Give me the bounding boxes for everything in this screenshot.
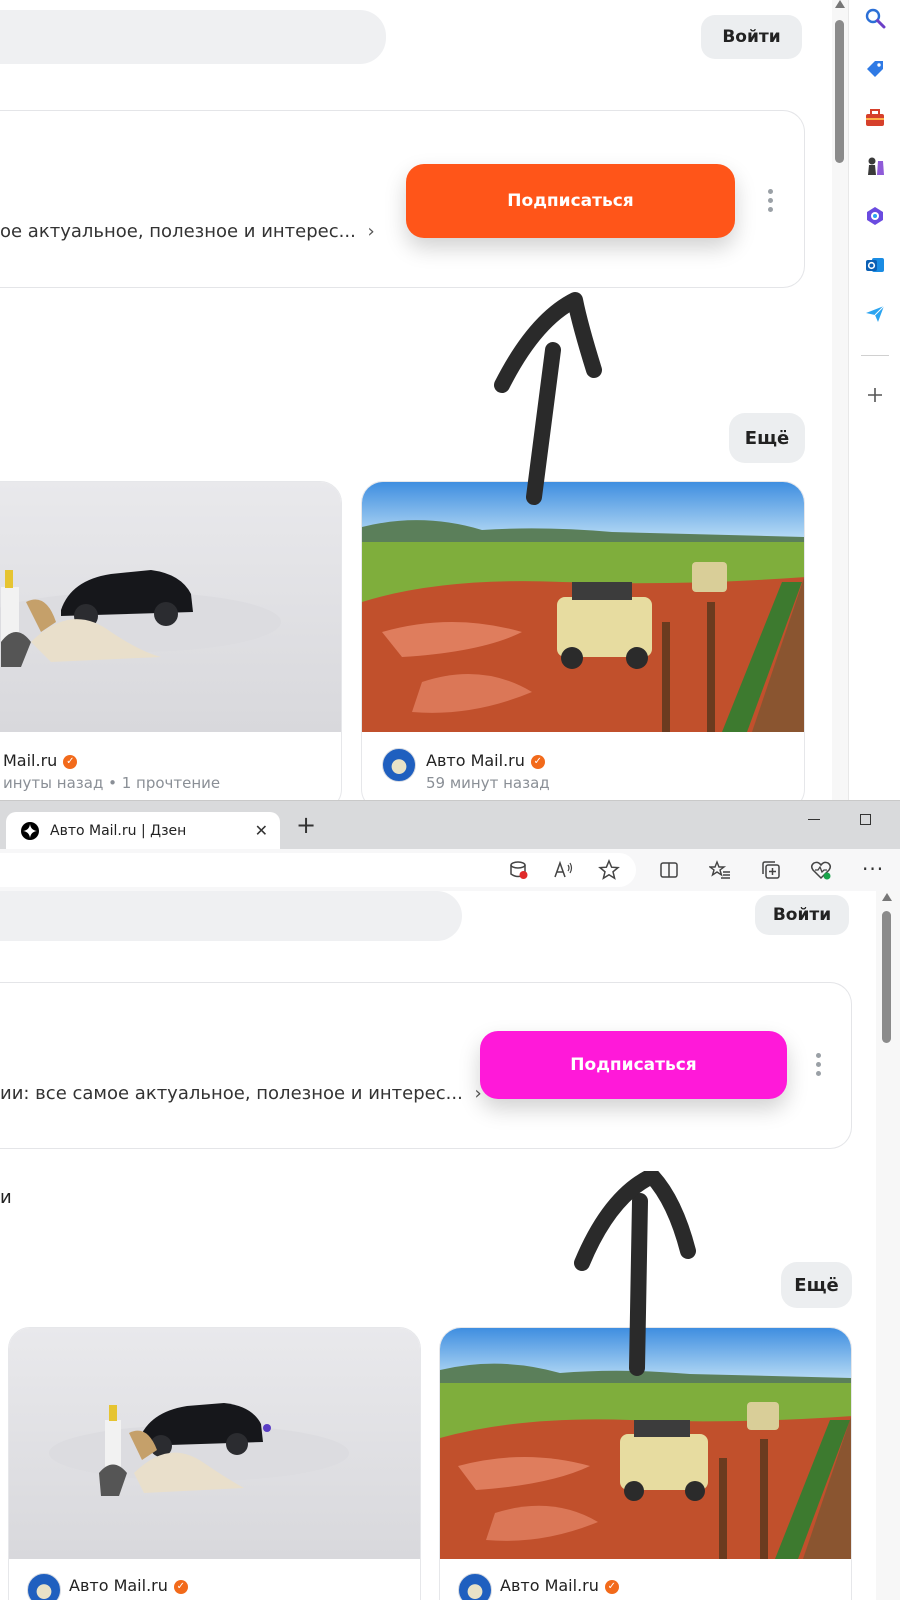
article-card[interactable]: Mail.ru ✓ инуты назад • 1 прочтение [0,481,342,800]
edge-sidebar [848,0,900,800]
search-icon[interactable] [864,7,886,29]
toolbox-icon[interactable] [864,107,886,129]
send-icon[interactable] [864,303,886,325]
channel-card: ии: все самое актуальное, полезное и инт… [0,982,852,1149]
kebab-menu-icon[interactable] [767,189,773,212]
verified-badge-icon: ✓ [173,1579,188,1594]
login-button[interactable]: Войти [755,895,849,935]
scroll-up-arrow-icon[interactable] [835,0,845,8]
more-button[interactable]: Ещё [781,1262,852,1308]
channel-card: ое актуальное, полезное и интерес... › П… [0,110,805,288]
card-author[interactable]: Авто Mail.ru ✓ [426,751,545,770]
article-image [362,482,804,732]
channel-description[interactable]: ии: все самое актуальное, полезное и инт… [0,1083,482,1104]
more-icon[interactable]: ··· [862,857,884,881]
card-meta: 59 минут назад [426,774,550,792]
scrollbar[interactable] [832,0,848,800]
verified-badge-icon: ✓ [63,754,78,769]
scrollbar-thumb[interactable] [835,20,844,163]
search-bar[interactable] [0,891,462,941]
copilot-icon[interactable] [864,205,886,227]
page-content: Войти ии: все самое актуальное, полезное… [0,891,900,1600]
article-image [9,1328,420,1559]
close-tab-icon[interactable]: ✕ [255,821,268,840]
favorite-star-icon[interactable] [598,859,620,881]
split-screen-icon[interactable] [658,859,680,881]
tag-icon[interactable] [864,58,886,80]
address-bar[interactable] [0,853,636,887]
card-author[interactable]: Авто Mail.ru ✓ [69,1576,188,1595]
zen-logo-icon [21,821,39,840]
maximize-icon[interactable] [860,814,871,825]
author-avatar[interactable] [458,1573,492,1600]
tracking-prevention-icon[interactable] [508,859,530,881]
chevron-right-icon: › [367,221,375,242]
card-author[interactable]: Авто Mail.ru ✓ [500,1576,619,1595]
browser-toolbar: ··· [0,849,900,891]
channel-description[interactable]: ое актуальное, полезное и интерес... › [0,221,375,242]
verified-badge-icon: ✓ [530,754,545,769]
subscribe-button[interactable]: Подписаться [480,1031,787,1099]
verified-badge-icon: ✓ [604,1579,619,1594]
arrow-annotation [574,1171,696,1376]
read-aloud-icon[interactable] [552,859,574,881]
collections-icon[interactable] [760,859,782,881]
author-avatar[interactable] [27,1573,61,1600]
sidebar-divider [861,355,889,356]
kebab-menu-icon[interactable] [815,1053,821,1076]
tab-strip: Авто Mail.ru | Дзен ✕ + [0,801,900,849]
search-bar[interactable] [0,10,386,64]
scrollbar-thumb[interactable] [882,911,891,1043]
article-card[interactable]: Авто Mail.ru ✓ 59 минут назад [361,481,805,800]
article-image [0,482,341,732]
tab-title: Авто Mail.ru | Дзен [50,822,187,839]
bottom-screenshot: Авто Mail.ru | Дзен ✕ + ··· Войти ии: вс… [0,800,900,1600]
arrow-annotation [494,292,602,505]
author-avatar[interactable] [382,748,416,782]
more-button[interactable]: Ещё [729,413,805,463]
new-tab-button[interactable]: + [296,811,316,839]
card-author[interactable]: Mail.ru ✓ [3,751,78,770]
text-fragment: и [0,1187,12,1208]
chess-icon[interactable] [864,155,886,177]
scrollbar[interactable] [876,891,900,1600]
scroll-up-arrow-icon[interactable] [882,893,892,901]
browser-essentials-icon[interactable] [810,859,832,881]
article-card[interactable]: Авто Mail.ru ✓ [8,1327,421,1600]
minimize-icon[interactable] [808,819,820,820]
browser-tab[interactable]: Авто Mail.ru | Дзен ✕ [6,812,280,849]
card-meta: инуты назад • 1 прочтение [3,774,221,792]
favorites-icon[interactable] [709,859,731,881]
login-button[interactable]: Войти [701,15,802,59]
outlook-icon[interactable] [864,254,886,276]
add-icon[interactable] [864,384,886,406]
top-screenshot: Войти ое актуальное, полезное и интерес.… [0,0,900,800]
subscribe-button[interactable]: Подписаться [406,164,735,238]
